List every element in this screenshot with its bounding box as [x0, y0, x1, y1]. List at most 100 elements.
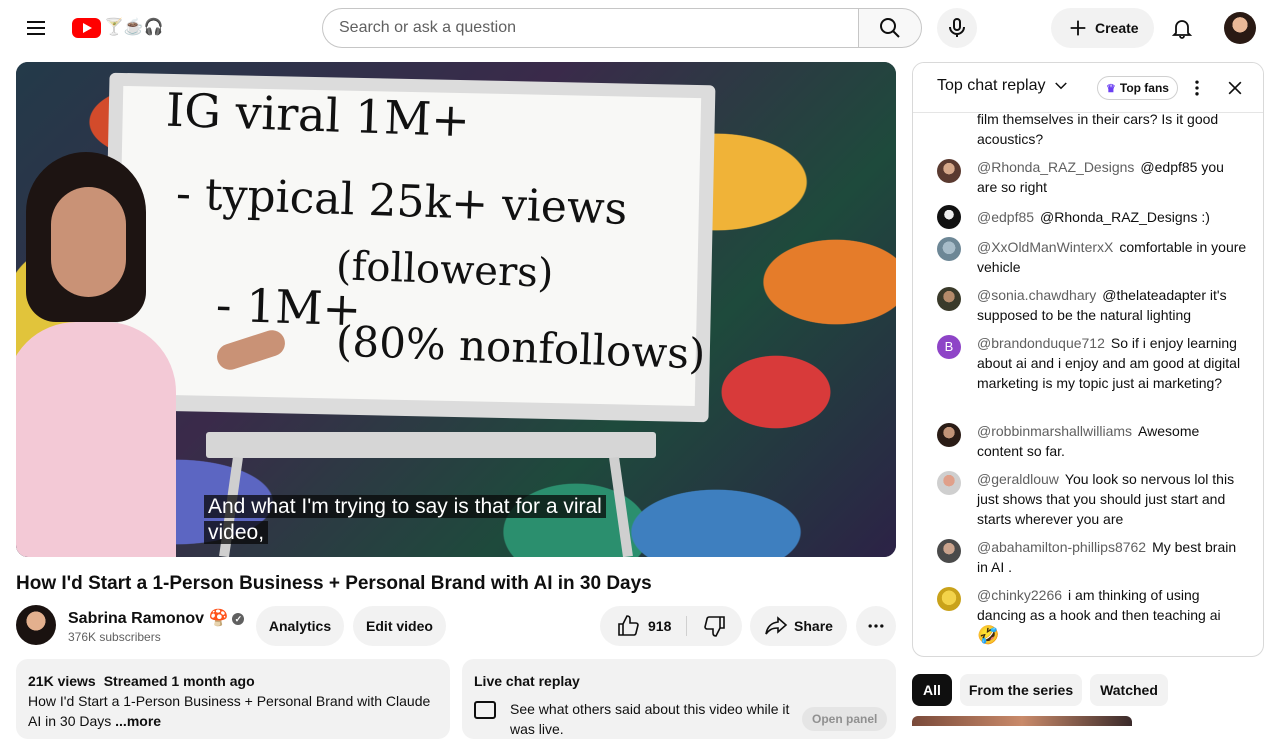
chat-avatar[interactable] [937, 471, 961, 495]
live-chat-text: See what others said about this video wh… [510, 701, 790, 737]
top-fans-button[interactable]: ♛ Top fans [1097, 76, 1178, 100]
rofl-emoji: 🤣 [977, 625, 1000, 645]
view-count: 21K views [28, 673, 96, 689]
chat-avatar[interactable] [937, 287, 961, 311]
chat-message: @geraldlouw You look so nervous lol this … [937, 469, 1247, 529]
chat-author[interactable]: @abahamilton-phillips8762 [977, 539, 1146, 555]
chat-text: @Rhonda_RAZ_Designs :) [1040, 209, 1210, 225]
top-fans-label: Top fans [1119, 81, 1169, 95]
search-box [322, 8, 859, 48]
more-actions-button[interactable] [856, 606, 896, 646]
chat-message: @Rhonda_RAZ_Designs @edpf85 you are so ri… [937, 157, 1247, 197]
chat-author[interactable]: @robbinmarshallwilliams [977, 423, 1132, 439]
chat-message: @XxOldManWinterxX comfortable in youre ve… [937, 237, 1247, 277]
description-text: How I'd Start a 1-Person Business + Pers… [28, 693, 431, 729]
chat-message: B @brandonduque712 So if i enjoy learning… [937, 333, 1247, 393]
board-line: (80% nonfollows) [335, 316, 707, 379]
thumbs-up-icon [618, 615, 639, 636]
chat-author[interactable]: @brandonduque712 [977, 335, 1105, 351]
bell-icon [1171, 20, 1193, 39]
chat-avatar[interactable] [937, 205, 961, 229]
channel-name: Sabrina Ramonov 🍄 [68, 610, 229, 627]
search-icon [880, 18, 900, 38]
presenter [16, 152, 186, 557]
chat-header: Top chat replay ♛ Top fans [913, 63, 1263, 113]
stream-date: Streamed 1 month ago [103, 673, 255, 689]
menu-button[interactable] [16, 8, 56, 48]
recommendation-thumbnail[interactable] [912, 716, 1132, 726]
subscriber-count: 376K subscribers [68, 630, 161, 644]
live-chat-replay-card: Live chat replay See what others said ab… [462, 659, 896, 739]
create-label: Create [1095, 20, 1139, 36]
description-more-link[interactable]: ...more [115, 713, 161, 729]
chat-message: film themselves in their cars? Is it goo… [937, 109, 1247, 149]
share-button[interactable]: Share [750, 606, 847, 646]
chat-author[interactable]: @sonia.chawdhary [977, 287, 1096, 303]
chat-author[interactable]: @XxOldManWinterxX [977, 239, 1113, 255]
description-card[interactable]: 21K views Streamed 1 month ago How I'd S… [16, 659, 450, 739]
chat-mode-dropdown[interactable]: Top chat replay [937, 77, 1070, 95]
chip-watched[interactable]: Watched [1090, 674, 1168, 706]
channel-avatar[interactable] [16, 605, 56, 645]
create-button[interactable]: Create [1051, 8, 1154, 48]
hamburger-icon [27, 21, 45, 35]
like-count: 918 [648, 618, 672, 634]
whiteboard-stand [206, 432, 656, 458]
video-caption: And what I'm trying to say is that for a… [204, 494, 624, 546]
analytics-button[interactable]: Analytics [256, 606, 344, 646]
chat-message: @edpf85 @Rhonda_RAZ_Designs :) [937, 205, 1247, 229]
video-title: How I'd Start a 1-Person Business + Pers… [16, 573, 652, 594]
dislike-button[interactable] [687, 606, 742, 646]
chat-text: film themselves in their cars? Is it goo… [977, 111, 1219, 147]
chip-all[interactable]: All [912, 674, 952, 706]
live-chat-title: Live chat replay [474, 673, 580, 689]
chat-author[interactable]: @geraldlouw [977, 471, 1059, 487]
masthead: 🍸☕🎧 Create [0, 0, 1280, 56]
chat-message-list[interactable]: film themselves in their cars? Is it goo… [913, 107, 1263, 656]
caption-text: And what I'm trying to say is that for a… [204, 495, 606, 544]
share-label: Share [794, 618, 833, 634]
chat-more-button[interactable] [1185, 76, 1209, 100]
close-chat-button[interactable] [1223, 76, 1247, 100]
more-vertical-icon [1195, 80, 1199, 96]
crown-icon: ♛ [1106, 82, 1116, 95]
more-horizontal-icon [868, 624, 884, 628]
microphone-icon [949, 18, 965, 37]
thumbs-down-icon [703, 616, 725, 637]
like-dislike-group: 918 [600, 606, 742, 646]
search-button[interactable] [858, 8, 922, 48]
chevron-down-icon [1054, 82, 1067, 90]
notifications-button[interactable] [1162, 8, 1202, 48]
board-line: (followers) [335, 243, 555, 297]
chat-author[interactable]: @edpf85 [977, 209, 1034, 225]
account-avatar[interactable] [1224, 12, 1256, 44]
plus-icon [1070, 20, 1086, 36]
close-icon [1228, 81, 1242, 95]
chat-avatar[interactable] [937, 159, 961, 183]
chat-message: @abahamilton-phillips8762 My best brain i… [937, 537, 1247, 577]
voice-search-button[interactable] [937, 8, 977, 48]
board-line: IG viral 1M+ [165, 82, 471, 148]
chat-avatar[interactable]: B [937, 335, 961, 359]
description-stats: 21K views Streamed 1 month ago [28, 671, 438, 691]
chat-avatar[interactable] [937, 423, 961, 447]
chat-author[interactable]: @Rhonda_RAZ_Designs [977, 159, 1134, 175]
channel-name-link[interactable]: Sabrina Ramonov 🍄 ✓ [68, 609, 245, 629]
youtube-logo[interactable]: 🍸☕🎧 [72, 16, 164, 40]
chat-avatar[interactable] [937, 237, 961, 261]
chat-message: @sonia.chawdhary @thelateadapter it's sup… [937, 285, 1247, 325]
search-input[interactable] [339, 19, 843, 37]
edit-video-button[interactable]: Edit video [353, 606, 446, 646]
chat-message: @chinky2266 i am thinking of using dancin… [937, 585, 1247, 646]
chat-panel: Top chat replay ♛ Top fans film themselv… [912, 62, 1264, 657]
youtube-play-icon [72, 18, 101, 38]
chat-author[interactable]: @chinky2266 [977, 587, 1062, 603]
video-player[interactable]: IG viral 1M+ - typical 25k+ views (follo… [16, 62, 896, 557]
open-panel-button[interactable]: Open panel [802, 707, 888, 731]
chat-icon [474, 701, 496, 719]
chat-avatar[interactable] [937, 587, 961, 611]
like-button[interactable]: 918 [600, 606, 686, 646]
chip-from-the-series[interactable]: From the series [960, 674, 1082, 706]
chat-avatar[interactable] [937, 539, 961, 563]
verified-icon: ✓ [232, 613, 245, 625]
